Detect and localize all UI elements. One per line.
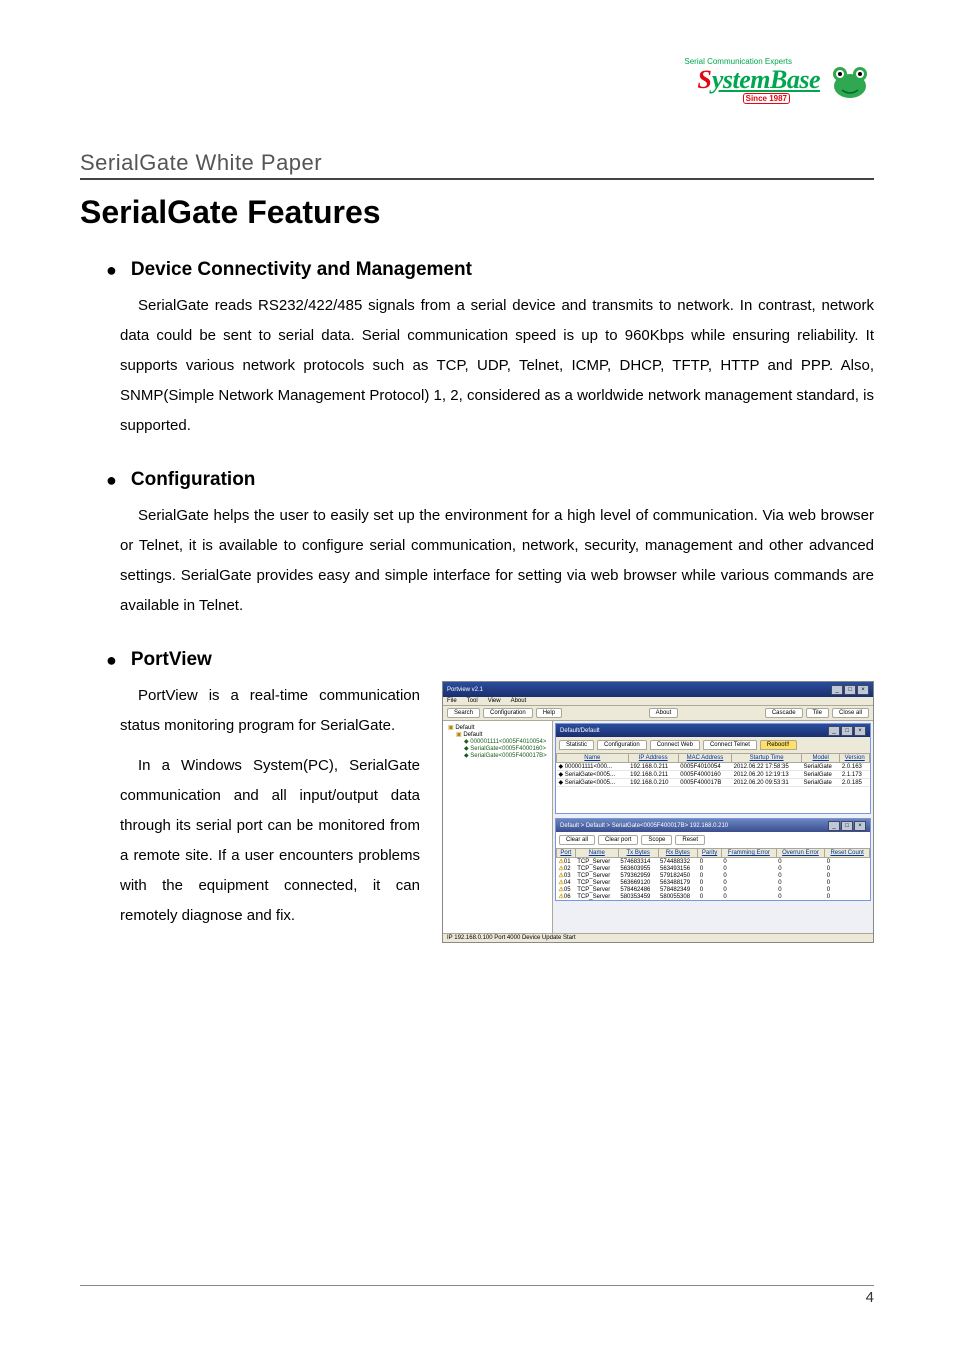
section-heading-configuration: Configuration bbox=[131, 469, 256, 491]
subwindow-title-2: Default > Default > SerialGate<0005F4000… bbox=[560, 823, 728, 829]
portview-screenshot: Portview v2.1 _ □ × File Tool View About Se… bbox=[442, 681, 874, 943]
column-header[interactable]: Name bbox=[575, 849, 618, 858]
device-table[interactable]: NameIP AddressMAC AddressStartup TimeMod… bbox=[556, 753, 870, 787]
tab[interactable]: Connect Telnet bbox=[703, 740, 757, 750]
column-header[interactable]: Reset Count bbox=[825, 849, 870, 858]
section-heading-connectivity: Device Connectivity and Management bbox=[131, 259, 472, 281]
logo-tagline: Serial Communication Experts bbox=[684, 57, 792, 66]
column-header[interactable]: Parity bbox=[698, 849, 722, 858]
close-icon[interactable]: × bbox=[854, 821, 866, 831]
column-header[interactable]: MAC Address bbox=[678, 754, 731, 763]
tree-leaf[interactable]: ◆ SerialGate<0005F400017B> bbox=[446, 752, 549, 759]
port-stats-window: Default > Default > SerialGate<0005F4000… bbox=[555, 818, 871, 901]
logo-brand-first: S bbox=[697, 65, 711, 94]
tab[interactable]: Connect Web bbox=[650, 740, 700, 750]
maximize-icon[interactable]: □ bbox=[841, 726, 853, 736]
table-row[interactable]: ◆ SerialGate<0005...192.168.0.2100005F40… bbox=[557, 779, 870, 787]
maximize-icon[interactable]: □ bbox=[841, 821, 853, 831]
tab[interactable]: Statistic bbox=[559, 740, 594, 750]
column-header[interactable]: Port bbox=[557, 849, 576, 858]
logo-since: Since 1987 bbox=[743, 93, 790, 104]
close-icon[interactable]: × bbox=[857, 685, 869, 695]
device-tree[interactable]: ▣ Default ▣ Default ◆ 000001111<0005F401… bbox=[443, 721, 553, 933]
section-body-connectivity: SerialGate reads RS232/422/485 signals f… bbox=[120, 291, 874, 441]
table-row[interactable]: ⚠01TCP_Server5746833145744883320000 bbox=[557, 858, 870, 866]
toolbar-button[interactable]: About bbox=[649, 708, 679, 718]
column-header[interactable]: Name bbox=[557, 754, 629, 763]
table-row[interactable]: ⚠06TCP_Server5803534595800553080000 bbox=[557, 893, 870, 900]
bullet-icon: ● bbox=[106, 260, 117, 281]
column-header[interactable]: Rx Bytes bbox=[658, 849, 698, 858]
port-table[interactable]: PortNameTx BytesRx BytesParityFramming E… bbox=[556, 848, 870, 900]
section-heading-portview: PortView bbox=[131, 649, 212, 671]
menu-item[interactable]: About bbox=[511, 698, 527, 704]
portview-body-1: PortView is a real-time communication st… bbox=[120, 681, 420, 741]
minimize-icon[interactable]: _ bbox=[828, 821, 840, 831]
column-header[interactable]: Model bbox=[802, 754, 840, 763]
folder-icon: ▣ bbox=[456, 732, 462, 738]
column-header[interactable]: Version bbox=[840, 754, 870, 763]
port-action-button[interactable]: Clear all bbox=[559, 835, 595, 845]
document-subtitle: SerialGate White Paper bbox=[80, 150, 874, 180]
tab[interactable]: Configuration bbox=[597, 740, 647, 750]
table-row[interactable]: ⚠05TCP_Server5784624865784823490000 bbox=[557, 886, 870, 893]
port-action-button[interactable]: Scope bbox=[641, 835, 672, 845]
minimize-icon[interactable]: _ bbox=[828, 726, 840, 736]
toolbar-button[interactable]: Help bbox=[536, 708, 562, 718]
column-header[interactable]: Framming Error bbox=[721, 849, 776, 858]
close-icon[interactable]: × bbox=[854, 726, 866, 736]
menu-item[interactable]: Tool bbox=[467, 698, 478, 704]
toolbar-button[interactable]: Search bbox=[447, 708, 480, 718]
table-row[interactable]: ⚠04TCP_Server5636691205634881790000 bbox=[557, 879, 870, 886]
device-list-window: Default/Default _□× StatisticConfigurati… bbox=[555, 723, 871, 814]
app-window-title: Portview v2.1 bbox=[447, 687, 483, 693]
tree-leaf[interactable]: ◆ 000001111<0005F4010054> bbox=[446, 738, 549, 745]
toolbar-button[interactable]: Close all bbox=[832, 708, 869, 718]
column-header[interactable]: Overrun Error bbox=[776, 849, 825, 858]
menu-item[interactable]: View bbox=[488, 698, 501, 704]
frog-icon bbox=[826, 60, 874, 100]
port-action-button[interactable]: Clear port bbox=[598, 835, 638, 845]
bullet-icon: ● bbox=[106, 470, 117, 491]
minimize-icon[interactable]: _ bbox=[831, 685, 843, 695]
toolbar-button[interactable]: Cascade bbox=[765, 708, 803, 718]
column-header[interactable]: Startup Time bbox=[732, 754, 802, 763]
port-action-button[interactable]: Reset bbox=[675, 835, 705, 845]
subwindow-title: Default/Default bbox=[560, 728, 600, 734]
toolbar-button[interactable]: Tile bbox=[806, 708, 829, 718]
logo-brand-rest: ystemBase bbox=[712, 65, 820, 94]
table-row[interactable]: ◆ 000001111<000...192.168.0.2110005F4010… bbox=[557, 763, 870, 771]
footer-rule bbox=[80, 1285, 874, 1286]
logo: Serial Communication Experts SystemBase … bbox=[697, 60, 874, 100]
menu-item[interactable]: File bbox=[447, 698, 457, 704]
column-header[interactable]: IP Address bbox=[628, 754, 678, 763]
toolbar-button[interactable]: Configuration bbox=[483, 708, 533, 718]
maximize-icon[interactable]: □ bbox=[844, 685, 856, 695]
column-header[interactable]: Tx Bytes bbox=[618, 849, 658, 858]
tab[interactable]: Reboot!! bbox=[760, 740, 797, 750]
bullet-icon: ● bbox=[106, 650, 117, 671]
portview-body-2: In a Windows System(PC), SerialGate comm… bbox=[120, 751, 420, 931]
table-row[interactable]: ⚠03TCP_Server5793629595791824500000 bbox=[557, 872, 870, 879]
page-number: 4 bbox=[866, 1289, 874, 1306]
table-row[interactable]: ◆ SerialGate<0005...192.168.0.2110005F40… bbox=[557, 771, 870, 779]
status-bar: IP 192.168.0.100 Port 4000 Device Update… bbox=[443, 933, 873, 942]
folder-icon: ▣ bbox=[448, 725, 454, 731]
page-title: SerialGate Features bbox=[80, 194, 874, 231]
table-row[interactable]: ⚠02TCP_Server5636039555634931560000 bbox=[557, 865, 870, 872]
section-body-configuration: SerialGate helps the user to easily set … bbox=[120, 501, 874, 621]
tree-leaf[interactable]: ◆ SerialGate<0005F4000160> bbox=[446, 745, 549, 752]
